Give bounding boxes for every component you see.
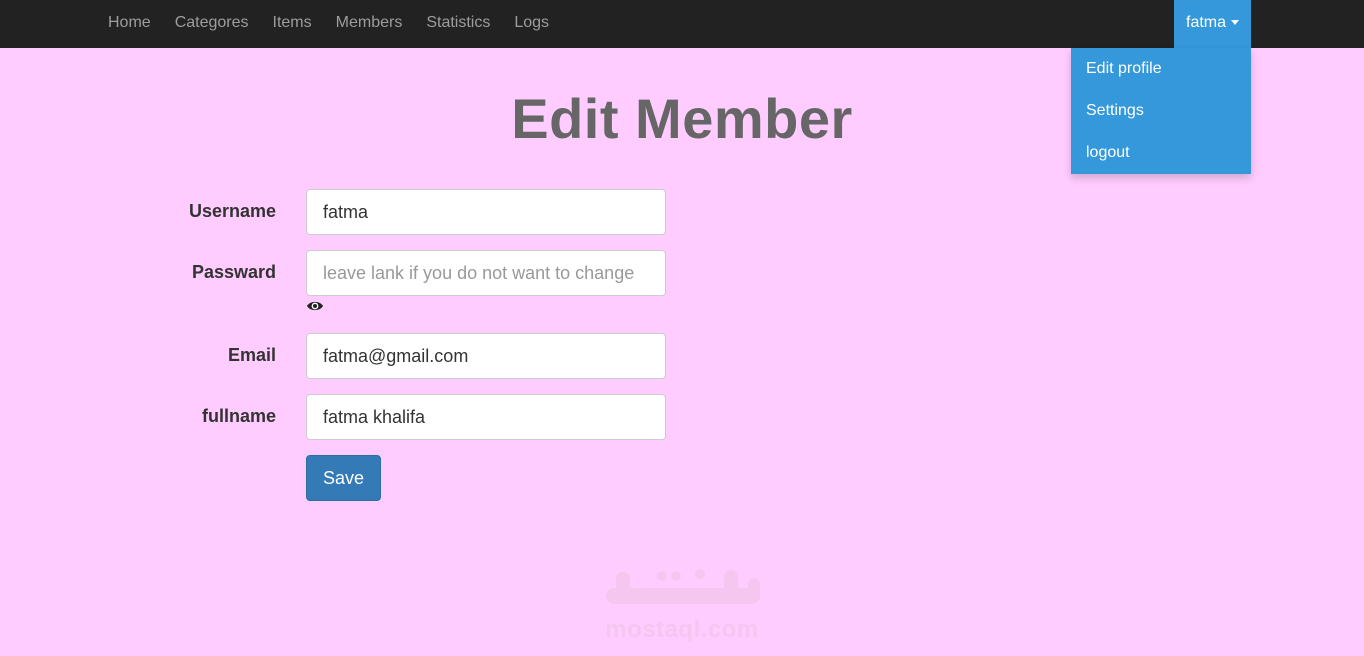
mostaql-logo-mark xyxy=(606,569,760,604)
email-input[interactable] xyxy=(306,333,666,379)
nav-links: Home Categores Items Members Statistics … xyxy=(96,0,561,48)
fullname-label: fullname xyxy=(201,406,276,426)
save-button[interactable]: Save xyxy=(306,455,381,501)
page-title: Edit Member xyxy=(511,87,853,150)
nav-link-statistics[interactable]: Statistics xyxy=(414,0,502,48)
password-input[interactable] xyxy=(306,250,666,296)
menu-item-edit-profile[interactable]: Edit profile xyxy=(1071,48,1251,90)
username-input[interactable] xyxy=(306,189,666,235)
nav-link-categories[interactable]: Categores xyxy=(163,0,261,48)
watermark-text: mostaql.com xyxy=(605,616,759,643)
caret-down-icon xyxy=(1231,20,1240,26)
user-name: fatma xyxy=(1186,14,1227,31)
nav-link-home[interactable]: Home xyxy=(96,0,163,48)
email-label: Email xyxy=(227,345,276,365)
user-menu-toggle[interactable]: fatma xyxy=(1174,0,1251,48)
nav-link-logs[interactable]: Logs xyxy=(502,0,561,48)
password-label: Passward xyxy=(191,262,276,282)
nav-link-items[interactable]: Items xyxy=(261,0,324,48)
nav-link-members[interactable]: Members xyxy=(324,0,415,48)
username-label: Username xyxy=(188,201,276,221)
fullname-input[interactable] xyxy=(306,394,666,440)
mostaql-watermark: mostaql.com xyxy=(582,560,782,644)
eye-icon[interactable] xyxy=(306,299,324,313)
top-navbar: Home Categores Items Members Statistics … xyxy=(0,0,1364,48)
